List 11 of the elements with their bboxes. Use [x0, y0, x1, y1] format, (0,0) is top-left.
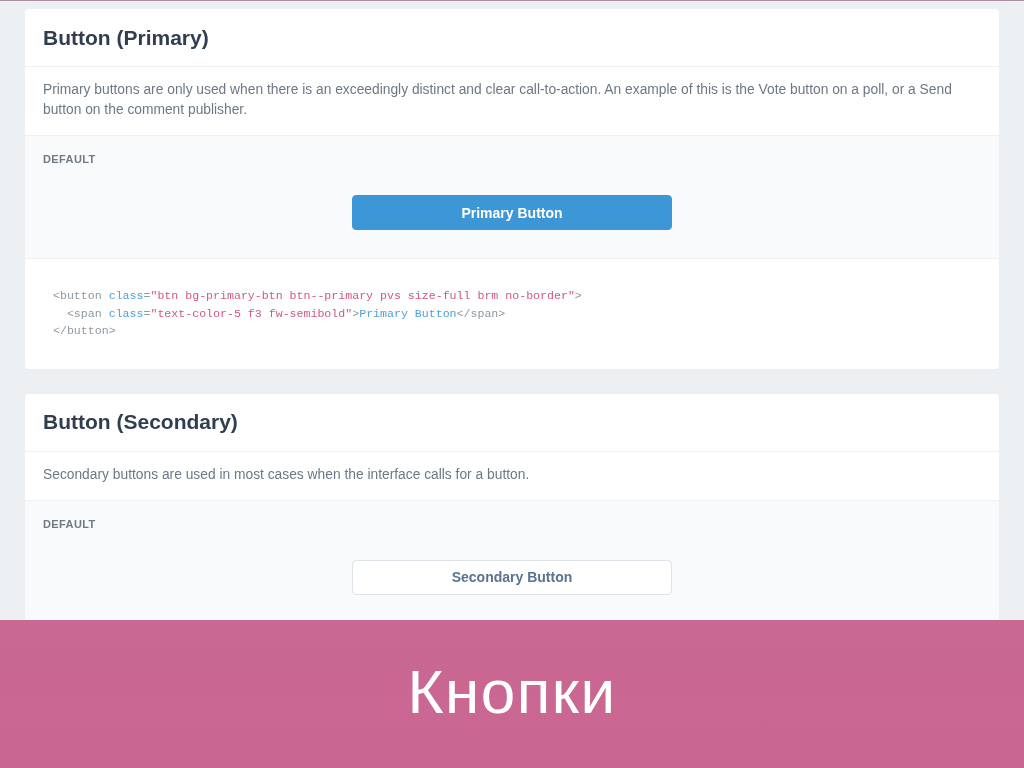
code-line: <button class="btn bg-primary-btn btn--primary pvs size-full brm no-border">: [53, 288, 582, 304]
code-line: </button>: [53, 323, 116, 339]
state-label: DEFAULT: [43, 516, 96, 532]
primary-button[interactable]: Primary Button: [352, 195, 672, 230]
state-label: DEFAULT: [43, 152, 96, 167]
code-line: <span class="text-color-5 f3 fw-semibold">Primary Button</span>: [66, 305, 506, 322]
banner-title: Кнопки: [407, 655, 617, 727]
section-title: Button (Primary): [43, 25, 209, 50]
secondary-button[interactable]: Secondary Button: [352, 559, 672, 595]
section-title: Button (Secondary): [43, 410, 238, 434]
section-description: Secondary buttons are used in most cases when the interface calls for a button.: [25, 451, 999, 501]
